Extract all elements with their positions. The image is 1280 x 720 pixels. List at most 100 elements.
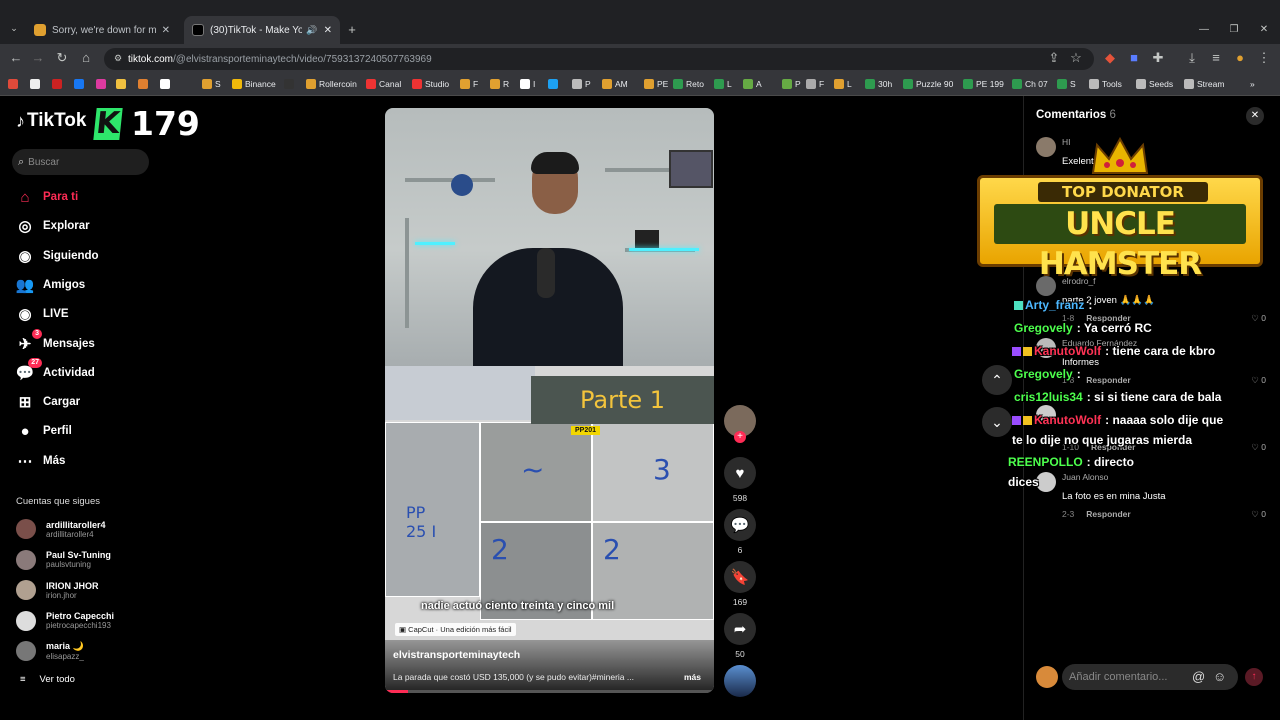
previous-video-icon[interactable]: ⌃ <box>982 365 1012 395</box>
bookmark-item[interactable] <box>8 77 21 91</box>
nav-item-amigos[interactable]: 👥 Amigos <box>15 274 86 296</box>
nav-item-siguiendo[interactable]: ◉ Siguiendo <box>15 245 98 267</box>
bookmark-item[interactable]: Studio <box>412 77 449 91</box>
home-browser-icon[interactable]: ⌂ <box>78 50 94 66</box>
bookmark-item[interactable]: Tools <box>1089 77 1122 91</box>
more-link[interactable]: más <box>684 672 701 682</box>
tab-tiktok[interactable]: (30)TikTok - Make Your Day 🔊 ✕ <box>184 16 340 44</box>
following-account[interactable]: IRION JHOR irion.jhor <box>16 576 99 604</box>
bookmark-item[interactable]: PE <box>644 77 668 91</box>
minimize-icon[interactable]: — <box>1196 22 1212 38</box>
comment-username[interactable]: Juan Alonso <box>1062 472 1108 482</box>
nav-item-perfil[interactable]: ● Perfil <box>15 420 71 442</box>
extensions-puzzle-icon[interactable]: ✚ <box>1150 50 1166 66</box>
bookmark-item[interactable] <box>74 77 87 91</box>
media-icon[interactable]: ≡ <box>1208 50 1224 66</box>
tab-maintenance[interactable]: Sorry, we're down for maintenance ✕ <box>26 16 178 44</box>
bookmark-item[interactable]: AM <box>602 77 628 91</box>
music-disc-button[interactable] <box>724 665 756 697</box>
bookmark-item[interactable]: A <box>743 77 762 91</box>
save-button[interactable]: 🔖 169 <box>724 561 756 607</box>
bookmark-item[interactable]: L <box>714 77 732 91</box>
audio-icon[interactable]: 🔊 <box>306 25 317 36</box>
following-account[interactable]: Pietro Capecchi pietrocapecchi193 <box>16 607 114 635</box>
bookmark-item[interactable]: Reto <box>673 77 704 91</box>
comment-like-button[interactable]: ♡ 0 <box>1251 442 1266 453</box>
download-icon[interactable]: ⤓ <box>1184 50 1200 66</box>
bookmark-item[interactable]: P <box>782 77 801 91</box>
bookmark-item[interactable]: I <box>520 77 535 91</box>
see-all-link[interactable]: ≡ Ver todo <box>20 674 75 685</box>
share-button[interactable]: ➦ 50 <box>724 613 756 659</box>
site-info-icon[interactable]: ⚙ <box>110 50 126 66</box>
bookmark-item[interactable]: L <box>834 77 852 91</box>
bookmark-item[interactable] <box>548 77 561 91</box>
bookmark-item[interactable] <box>284 77 297 91</box>
send-comment-icon[interactable]: ↑ <box>1245 668 1263 686</box>
back-icon[interactable]: ← <box>8 50 24 66</box>
tiktok-logo[interactable]: ♪ TikTok <box>16 110 86 132</box>
close-icon[interactable]: ✕ <box>162 25 170 36</box>
comment-input[interactable]: Añadir comentario... <box>1062 664 1238 690</box>
nav-item-actividad[interactable]: 💬 27 Actividad <box>15 357 95 384</box>
following-account[interactable]: ardillitaroller4 ardillitaroller4 <box>16 515 106 543</box>
bookmark-item[interactable] <box>160 77 173 91</box>
bookmark-item[interactable]: P <box>572 77 591 91</box>
bookmark-item[interactable] <box>138 77 151 91</box>
capcut-badge[interactable]: ▣ CapCut · Una edición más fácil <box>395 623 516 636</box>
next-video-icon[interactable]: ⌄ <box>982 407 1012 437</box>
video-player[interactable]: PP 25 I ~ 3 2 2 Parte 1 PP201 nadie actuó… <box>385 108 714 693</box>
bookmark-item[interactable]: Binance <box>232 77 276 91</box>
bookmark-item[interactable]: F <box>806 77 824 91</box>
bookmark-item[interactable] <box>30 77 43 91</box>
comment-like-button[interactable]: ♡ 0 <box>1251 509 1266 520</box>
bookmark-item[interactable]: Canal <box>366 77 401 91</box>
following-account[interactable]: Paul Sv-Tuning paulsvtuning <box>16 546 111 574</box>
nav-item-más[interactable]: ⋯ Más <box>15 450 66 472</box>
forward-icon[interactable]: → <box>30 50 46 66</box>
like-button[interactable]: ♥ 598 <box>724 457 756 503</box>
bookmark-item[interactable]: F <box>460 77 478 91</box>
bookmark-item[interactable] <box>116 77 129 91</box>
bookmark-item[interactable]: 30h <box>865 77 892 91</box>
extension-shield-icon[interactable]: ■ <box>1126 50 1142 66</box>
tab-search-icon[interactable]: ⌄ <box>6 20 22 36</box>
bookmark-item[interactable]: Stream <box>1184 77 1224 91</box>
comment-button[interactable]: 💬 6 <box>724 509 756 555</box>
avatar[interactable] <box>1036 472 1056 492</box>
following-account[interactable]: maria 🌙 elisapazz_ <box>16 637 84 665</box>
reply-button[interactable]: Responder <box>1086 375 1130 385</box>
bookmark-star-icon[interactable]: ☆ <box>1068 50 1084 66</box>
video-progress-bar[interactable] <box>385 690 714 693</box>
comment-like-button[interactable]: ♡ 0 <box>1251 313 1266 324</box>
extension-fox-icon[interactable]: ◆ <box>1102 50 1118 66</box>
nav-item-live[interactable]: ◉ LIVE <box>15 303 68 325</box>
bookmark-item[interactable]: S <box>1057 77 1076 91</box>
bookmark-item[interactable] <box>52 77 65 91</box>
bookmark-item[interactable]: S <box>202 77 221 91</box>
close-comments-icon[interactable]: ✕ <box>1246 107 1264 125</box>
nav-item-explorar[interactable]: ◎ Explorar <box>15 215 89 237</box>
profile-avatar-icon[interactable]: ● <box>1232 50 1248 66</box>
bookmark-item[interactable]: Puzzle 90 <box>903 77 953 91</box>
reply-button[interactable]: Responder <box>1086 509 1130 519</box>
restore-icon[interactable]: ❐ <box>1226 22 1242 38</box>
nav-item-para-ti[interactable]: ⌂ Para ti <box>15 186 78 208</box>
install-app-icon[interactable]: ⇪ <box>1046 50 1062 66</box>
reload-icon[interactable]: ↻ <box>54 50 70 66</box>
close-icon[interactable]: ✕ <box>324 25 332 36</box>
menu-icon[interactable]: ⋮ <box>1256 50 1272 66</box>
bookmark-item[interactable]: PE 199 <box>963 77 1004 91</box>
close-window-icon[interactable]: ✕ <box>1256 22 1272 38</box>
search-input[interactable]: ⌕ Buscar <box>12 149 149 175</box>
follow-plus-icon[interactable]: + <box>734 431 746 443</box>
video-author[interactable]: elvistransporteminaytech <box>393 649 520 661</box>
bookmarks-overflow-icon[interactable]: » <box>1250 77 1255 91</box>
mention-icon[interactable]: @ <box>1192 669 1205 684</box>
nav-item-cargar[interactable]: ⊞ Cargar <box>15 391 80 413</box>
bookmark-item[interactable]: R <box>490 77 509 91</box>
emoji-icon[interactable]: ☺ <box>1213 669 1226 684</box>
author-avatar-button[interactable]: + <box>724 405 756 443</box>
comment-like-button[interactable]: ♡ 0 <box>1251 375 1266 386</box>
bookmark-item[interactable]: Ch 07 <box>1012 77 1048 91</box>
